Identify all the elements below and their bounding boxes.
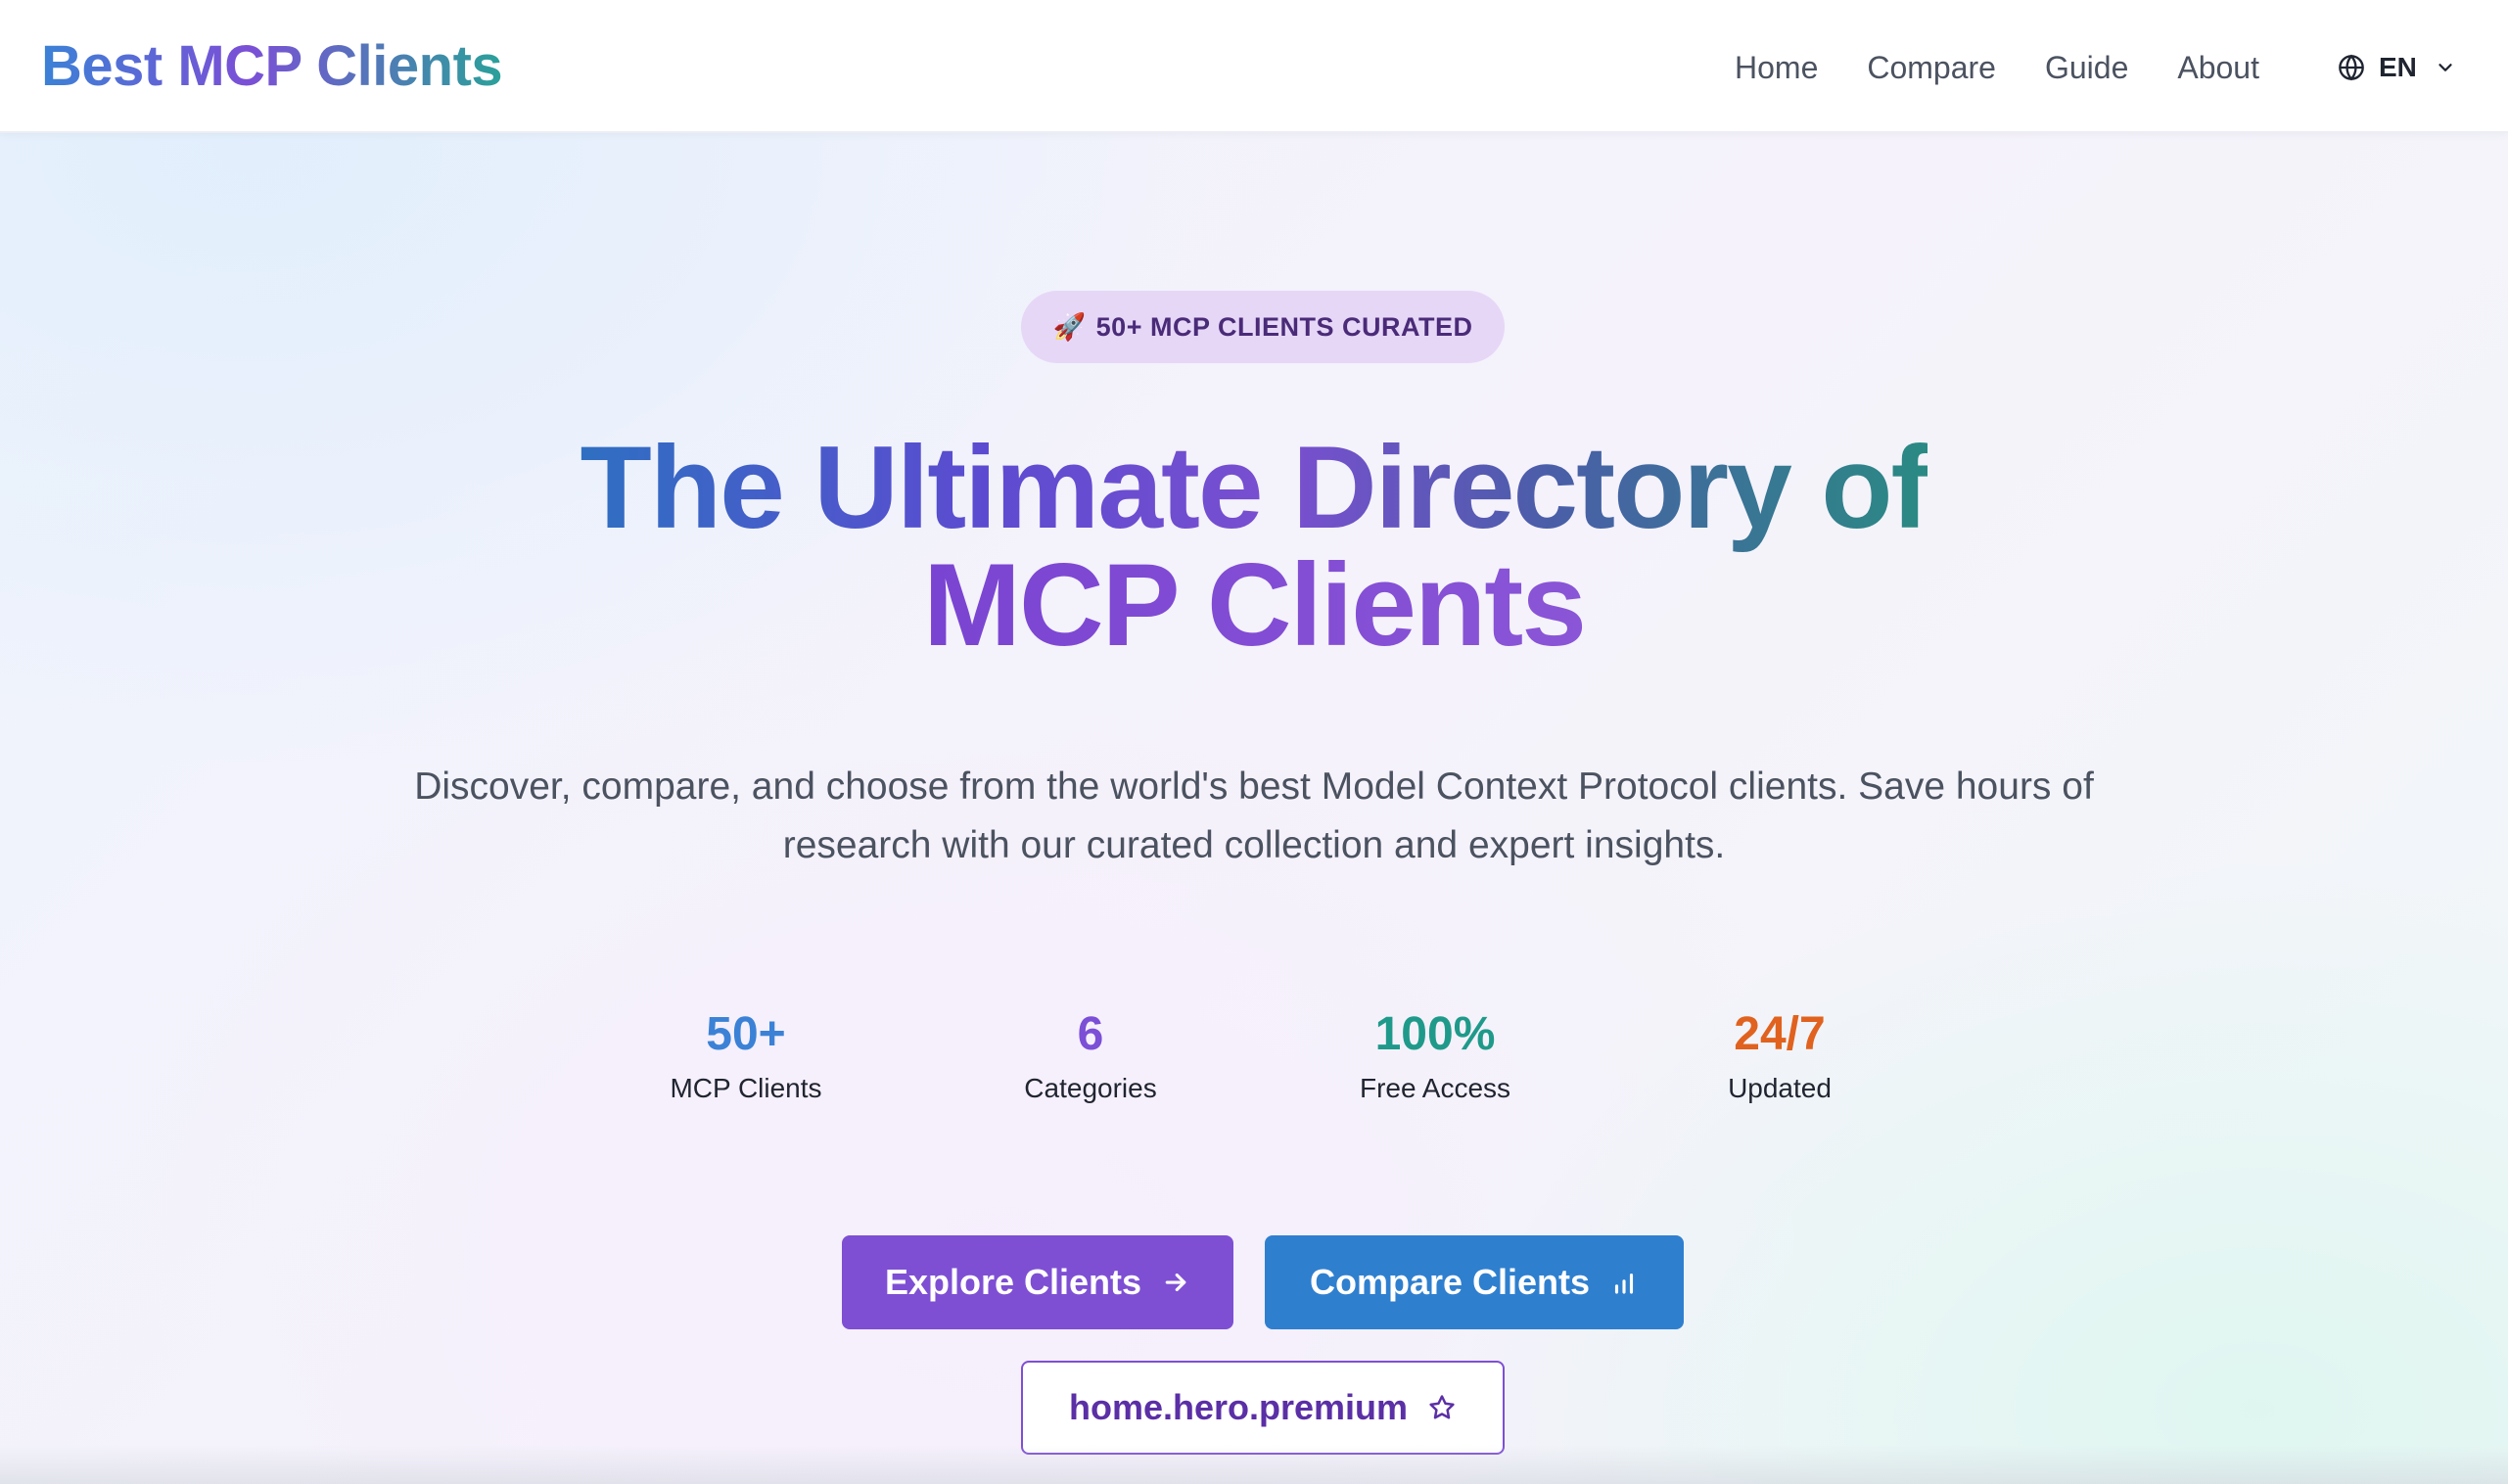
site-header: Best MCP Clients Home Compare Guide Abou… [0,0,2508,133]
nav-link-compare[interactable]: Compare [1867,43,1996,92]
language-code: EN [2379,52,2417,82]
chevron-down-icon [2438,64,2452,71]
premium-label: home.hero.premium [1068,1387,1409,1427]
clients-count-badge: 🚀 50+ MCP CLIENTS CURATED [1021,291,1505,363]
globe-icon [2339,54,2364,81]
stat-value: 6 [1077,1008,1104,1060]
stat-label: Categories [1024,1073,1157,1103]
star-icon [1429,1395,1455,1419]
stat-updated: 24/7 Updated [1623,1002,1936,1108]
compare-clients-label: Compare Clients [1309,1262,1591,1302]
bar-chart-icon [1614,1273,1634,1294]
stat-value: 24/7 [1734,1008,1826,1060]
nav-link-about[interactable]: About [2177,43,2259,92]
badge-text: 50+ MCP CLIENTS CURATED [1095,311,1473,342]
stat-categories: 6 Categories [934,1002,1247,1108]
stat-label: Free Access [1359,1073,1511,1103]
explore-clients-label: Explore Clients [884,1262,1142,1302]
nav-link-home[interactable]: Home [1735,43,1818,92]
stat-value: 100% [1374,1008,1496,1060]
nav-link-guide[interactable]: Guide [2045,43,2128,92]
site-logo[interactable]: Best MCP Clients [41,31,503,102]
language-selector[interactable]: EN [2338,43,2456,92]
arrow-right-icon [1165,1273,1186,1292]
stat-value: 50+ [706,1008,786,1060]
hero-title-line-1: The Ultimate Directory of [580,422,1930,553]
stat-free-access: 100% Free Access [1278,1002,1592,1108]
hero-title-line-2: MCP Clients [923,539,1587,671]
hero-subtitle: Discover, compare, and choose from the w… [414,765,2094,866]
compare-clients-button[interactable]: Compare Clients [1265,1235,1684,1329]
explore-clients-button[interactable]: Explore Clients [842,1235,1233,1329]
bottom-edge-shadow [0,1445,2508,1484]
stat-clients: 50+ MCP Clients [589,1002,903,1108]
rocket-icon: 🚀 [1052,312,1087,342]
main-nav: Home Compare Guide About [1735,43,2308,92]
stat-label: Updated [1728,1073,1832,1103]
premium-button[interactable]: home.hero.premium [1021,1361,1505,1455]
page: Best MCP Clients Home Compare Guide Abou… [0,0,2508,1484]
stat-label: MCP Clients [670,1073,822,1103]
